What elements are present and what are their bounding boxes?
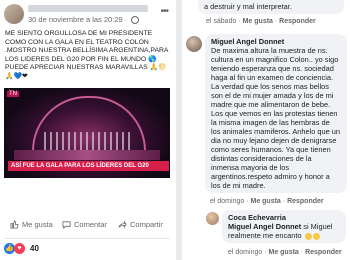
comment-author[interactable]: Miguel Angel Donnet bbox=[211, 37, 341, 46]
smile-emoji-icon bbox=[304, 232, 312, 240]
reply-mention[interactable]: Miguel Angel Donnet bbox=[228, 222, 301, 231]
reply-meta: el domingo · Me gusta · Responder bbox=[228, 249, 342, 256]
stage-floor bbox=[14, 150, 160, 160]
comment-meta-fragment: el sábado · Me gusta · Responder bbox=[206, 18, 316, 25]
reply-author[interactable]: Coca Echevarria bbox=[228, 213, 340, 222]
reply-bubble: Coca Echevarria Miguel Angel Donnet si M… bbox=[222, 210, 346, 243]
comment-bubble-main: Miguel Angel Donnet De maxima altura la … bbox=[205, 34, 347, 193]
comments-panel: a destruir y mal interpretar. el sábado … bbox=[182, 0, 350, 260]
globe-icon bbox=[131, 16, 140, 25]
like-button[interactable]: Me gusta bbox=[10, 220, 53, 229]
share-button[interactable]: Compartir bbox=[118, 220, 163, 229]
comment-text: De maxima altura la muestra de ns. cultu… bbox=[211, 46, 340, 190]
comment-icon bbox=[62, 221, 71, 229]
share-label: Compartir bbox=[130, 220, 163, 229]
share-icon bbox=[118, 220, 127, 229]
post-date[interactable]: 30 de noviembre a las 20:29 · bbox=[28, 15, 140, 25]
like-link[interactable]: Me gusta bbox=[250, 198, 280, 205]
comment-day[interactable]: el domingo bbox=[210, 198, 244, 205]
comment-day[interactable]: el sábado bbox=[206, 18, 236, 25]
like-icon bbox=[10, 220, 19, 229]
reaction-count: 40 bbox=[30, 244, 39, 253]
post-text: ME SIENTO ORGULLOSA DE MI PRESIDENTE COM… bbox=[5, 30, 169, 80]
comment-text-fragment: a destruir y mal interpretar. bbox=[204, 2, 292, 11]
reply-link[interactable]: Responder bbox=[279, 18, 316, 25]
like-link[interactable]: Me gusta bbox=[243, 18, 273, 25]
divider-line bbox=[4, 238, 170, 239]
like-link[interactable]: Me gusta bbox=[268, 249, 298, 256]
channel-logo: TN bbox=[7, 91, 19, 97]
news-banner: ASÍ FUE LA GALA PARA LOS LÍDERES DEL G20 bbox=[8, 161, 169, 171]
post-date-text[interactable]: 30 de noviembre a las 20:29 · bbox=[28, 15, 127, 24]
post-actions: Me gusta Comentar Compartir bbox=[4, 220, 172, 234]
reply-link[interactable]: Responder bbox=[305, 249, 342, 256]
reply-avatar[interactable] bbox=[206, 212, 219, 225]
reactions-summary[interactable]: 👍 ♥ 40 bbox=[4, 243, 39, 254]
comment-button[interactable]: Comentar bbox=[62, 220, 107, 229]
comment-bubble-fragment: a destruir y mal interpretar. bbox=[198, 0, 344, 14]
post-image[interactable]: TN ASÍ FUE LA GALA PARA LOS LÍDERES DEL … bbox=[4, 88, 170, 178]
post-card: 30 de noviembre a las 20:29 · ••• ME SIE… bbox=[0, 0, 176, 260]
commenter-avatar[interactable] bbox=[186, 36, 202, 52]
reply-day[interactable]: el domingo bbox=[228, 249, 262, 256]
like-label: Me gusta bbox=[22, 220, 53, 229]
post-header: 30 de noviembre a las 20:29 · ••• bbox=[4, 4, 174, 26]
love-reaction-icon: ♥ bbox=[14, 243, 25, 254]
author-avatar[interactable] bbox=[4, 4, 24, 24]
comment-label: Comentar bbox=[74, 220, 107, 229]
smile-emoji-icon bbox=[312, 232, 320, 240]
stage-performers bbox=[44, 132, 134, 150]
reply-link[interactable]: Responder bbox=[287, 198, 324, 205]
more-options-icon[interactable]: ••• bbox=[160, 6, 168, 17]
comment-meta-main: el domingo · Me gusta · Responder bbox=[210, 198, 324, 205]
author-name-redacted[interactable] bbox=[28, 5, 148, 12]
